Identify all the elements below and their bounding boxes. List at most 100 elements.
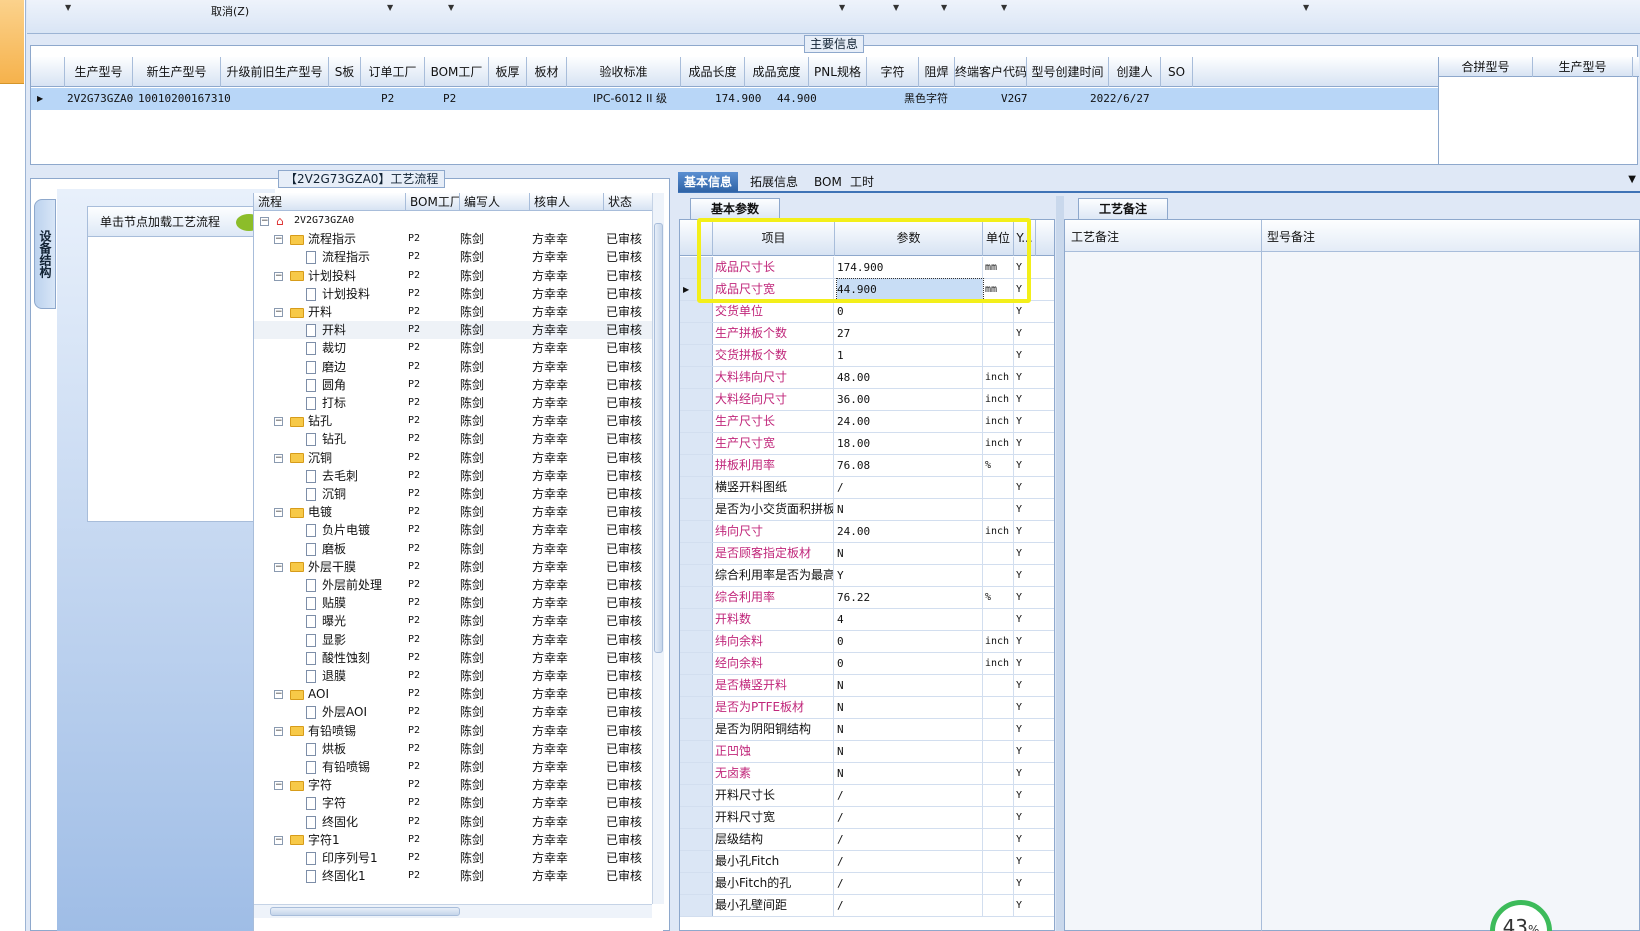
param-row[interactable]: 生产拼板个数 27 Y [680,323,1054,345]
tree-leaf-row[interactable]: 贴膜 P2 陈剑 方幸幸 已审核 [254,594,654,612]
param-value[interactable]: / [837,807,983,828]
tree-leaf-row[interactable]: 裁切 P2 陈剑 方幸幸 已审核 [254,339,654,357]
param-row[interactable]: 生产尺寸长 24.00 inch Y [680,411,1054,433]
column-header[interactable]: 型号创建时间 [1027,57,1109,87]
param-row[interactable]: 横竖开料图纸 / Y [680,477,1054,499]
column-header[interactable]: 创建人 [1109,57,1161,87]
param-value[interactable]: / [837,477,983,498]
cell-order-factory[interactable]: P2 [381,88,394,110]
param-row[interactable]: 开料数 4 Y [680,609,1054,631]
orange-side-tab[interactable] [0,0,24,84]
param-value[interactable]: N [837,719,983,740]
column-header[interactable]: S板 [329,57,361,87]
tab-3[interactable]: 工时 [844,172,880,192]
tree-folder-row[interactable]: − 开料 P2 陈剑 方幸幸 已审核 [254,303,654,321]
dropdown-arrow-icon[interactable]: ▼ [65,3,71,12]
param-row[interactable]: 拼板利用率 76.08% Y [680,455,1054,477]
tree-leaf-row[interactable]: 印序列号1 P2 陈剑 方幸幸 已审核 [254,849,654,867]
column-header[interactable]: PNL规格 [809,57,867,87]
param-value[interactable]: 24.00 [837,411,983,432]
scroll-thumb[interactable] [654,223,663,653]
column-header[interactable]: 订单工厂 [361,57,425,87]
param-value[interactable]: 27 [837,323,983,344]
param-row[interactable]: 最小Fitch的孔 / Y [680,873,1054,895]
collapse-icon[interactable]: − [274,726,283,736]
param-row[interactable]: 综合利用率是否为最高 Y Y [680,565,1054,587]
collapse-icon[interactable]: − [274,690,283,700]
tree-column-header[interactable]: 状态 [604,193,654,211]
param-value[interactable]: 48.00 [837,367,983,388]
param-row[interactable]: 生产尺寸宽 18.00 inch Y [680,433,1054,455]
tree-leaf-row[interactable]: 退膜 P2 陈剑 方幸幸 已审核 [254,667,654,685]
tree-leaf-row[interactable]: 显影 P2 陈剑 方幸幸 已审核 [254,631,654,649]
tree-folder-row[interactable]: − 计划投料 P2 陈剑 方幸幸 已审核 [254,267,654,285]
tree-leaf-row[interactable]: 计划投料 P2 陈剑 方幸幸 已审核 [254,285,654,303]
column-header[interactable]: 板厚 [489,57,527,87]
tree-leaf-row[interactable]: 酸性蚀刻 P2 陈剑 方幸幸 已审核 [254,649,654,667]
tree-folder-row[interactable]: − 流程指示 P2 陈剑 方幸幸 已审核 [254,230,654,248]
collapse-icon[interactable]: − [274,235,283,245]
tab-0[interactable]: 基本信息 [678,172,739,192]
load-hint-header[interactable]: 单击节点加载工艺流程 [88,207,272,237]
tree-leaf-row[interactable]: 磨板 P2 陈剑 方幸幸 已审核 [254,540,654,558]
collapse-icon[interactable]: − [260,217,269,226]
tree-leaf-row[interactable]: 打标 P2 陈剑 方幸幸 已审核 [254,394,654,412]
tree-folder-row[interactable]: − 字符1 P2 陈剑 方幸幸 已审核 [254,831,654,849]
tree-folder-row[interactable]: − 电镀 P2 陈剑 方幸幸 已审核 [254,503,654,521]
tree-leaf-row[interactable]: 流程指示 P2 陈剑 方幸幸 已审核 [254,248,654,266]
param-value[interactable]: 0 [837,301,983,322]
param-row[interactable]: 开料尺寸长 / Y [680,785,1054,807]
param-row[interactable]: 交货单位 0 Y [680,301,1054,323]
column-header[interactable]: 验收标准 [567,57,681,87]
tree-leaf-row[interactable]: 沉铜 P2 陈剑 方幸幸 已审核 [254,485,654,503]
collapse-icon[interactable]: − [274,453,283,463]
param-value[interactable]: 0 [837,653,983,674]
merge-column-header[interactable]: 生产型号 [1533,57,1633,77]
param-row[interactable]: 层级结构 / Y [680,829,1054,851]
param-value[interactable]: N [837,741,983,762]
collapse-icon[interactable]: − [274,562,283,572]
param-value[interactable]: 1 [837,345,983,366]
cell-bom-factory[interactable]: P2 [443,88,456,110]
param-value[interactable]: / [837,829,983,850]
table-row[interactable]: ▶ 2V2G73GZA0 10010200167310 P2 P2 IPC-60… [31,88,1439,110]
tree-folder-row[interactable]: − 字符 P2 陈剑 方幸幸 已审核 [254,776,654,794]
param-value[interactable]: 36.00 [837,389,983,410]
param-value[interactable]: N [837,763,983,784]
column-header[interactable]: 阻焊 [919,57,955,87]
panel-splitter[interactable] [1056,196,1064,931]
param-row[interactable]: 综合利用率 76.22% Y [680,587,1054,609]
cell-length[interactable]: 174.900 [715,88,761,110]
column-header[interactable]: 生产型号 [65,57,133,87]
param-value[interactable]: N [837,499,983,520]
tree-column-header[interactable]: 流程 [254,193,406,211]
dropdown-arrow-icon[interactable]: ▼ [941,3,947,12]
tab-2[interactable]: BOM [808,172,848,192]
column-header[interactable]: 终端客户代码 [955,57,1027,87]
scroll-thumb[interactable] [270,907,460,916]
tree-leaf-row[interactable]: 烘板 P2 陈剑 方幸幸 已审核 [254,740,654,758]
vertical-scrollbar[interactable] [652,193,664,904]
param-value[interactable]: N [837,675,983,696]
param-value[interactable]: / [837,895,983,916]
param-value[interactable]: 0 [837,631,983,652]
horizontal-scrollbar[interactable] [254,904,652,918]
param-row[interactable]: 是否为小交货面积拼板 N Y [680,499,1054,521]
param-row[interactable]: 大料经向尺寸 36.00 inch Y [680,389,1054,411]
param-row[interactable]: 最小孔Fitch / Y [680,851,1054,873]
param-row[interactable]: 大料纬向尺寸 48.00 inch Y [680,367,1054,389]
cell-char[interactable]: 黑色字符 [904,88,948,110]
dropdown-arrow-icon[interactable]: ▼ [1001,3,1007,12]
param-value[interactable]: 4 [837,609,983,630]
cancel-button[interactable]: 取消(Z) [211,3,249,19]
collapse-icon[interactable]: − [274,417,283,427]
tab-1[interactable]: 拓展信息 [744,172,804,192]
param-row[interactable]: 是否为PTFE板材 N Y [680,697,1054,719]
param-row[interactable]: 是否横竖开料 N Y [680,675,1054,697]
tree-leaf-row[interactable]: 开料 P2 陈剑 方幸幸 已审核 [254,321,654,340]
cell-created[interactable]: 2022/6/27 [1090,88,1150,110]
param-value[interactable]: 18.00 [837,433,983,454]
param-row[interactable]: 无卤素 N Y [680,763,1054,785]
param-row[interactable]: 纬向尺寸 24.00 inch Y [680,521,1054,543]
collapse-icon[interactable]: − [274,308,283,317]
